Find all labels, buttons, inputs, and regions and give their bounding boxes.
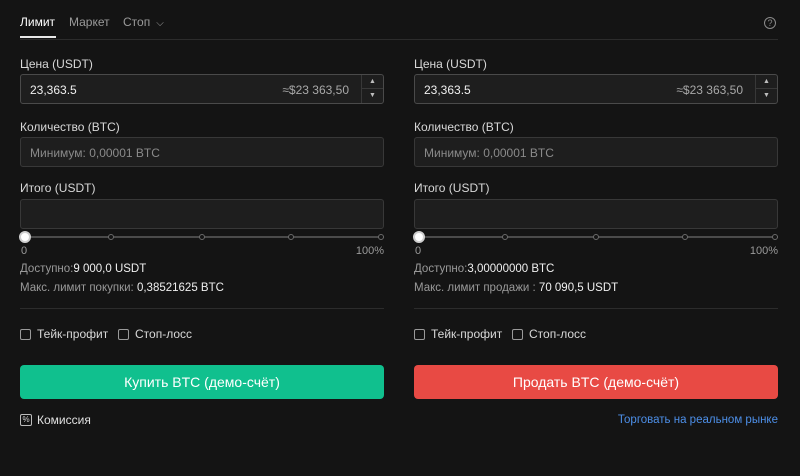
total-label: Итого (USDT)	[414, 181, 490, 195]
stop-loss-label: Стоп-лосс	[135, 327, 193, 341]
increment-icon[interactable]: ▲	[362, 75, 383, 89]
quantity-label: Количество (BTC)	[20, 120, 120, 134]
take-profit-label: Тейк-профит	[431, 327, 503, 341]
slider-max-label: 100%	[749, 245, 778, 257]
available-label: Доступно:	[20, 263, 74, 275]
slider-handle[interactable]	[413, 231, 425, 243]
checkbox-icon[interactable]	[20, 328, 31, 340]
stop-loss-checkbox[interactable]: Стоп-лосс	[118, 327, 192, 341]
sell-panel: Цена (USDT) 23,363.5 ≈$23 363,50 ▲ ▼ Кол…	[413, 0, 778, 476]
available-balance: Доступно:9 000,0 USDT	[20, 263, 146, 275]
real-market-link[interactable]: Торговать на реальном рынке	[618, 414, 778, 426]
price-input[interactable]: 23,363.5 ≈$23 363,50 ▲ ▼	[20, 74, 384, 104]
available-balance: Доступно:3,00000000 BTC	[414, 263, 554, 275]
amount-slider[interactable]	[413, 230, 778, 244]
quantity-placeholder: Минимум: 0,00001 BTC	[424, 146, 554, 160]
total-input[interactable]	[414, 199, 778, 229]
max-label: Макс. лимит продажи :	[414, 282, 536, 294]
decrement-icon[interactable]: ▼	[756, 89, 777, 103]
price-value: 23,363.5	[30, 83, 77, 97]
checkbox-icon[interactable]	[414, 328, 425, 340]
slider-handle[interactable]	[19, 231, 31, 243]
take-profit-checkbox[interactable]: Тейк-профит	[20, 327, 108, 341]
slider-tick[interactable]	[502, 234, 508, 240]
price-stepper: ▲ ▼	[755, 75, 777, 103]
percent-icon: %	[20, 414, 32, 426]
fee-link[interactable]: % Комиссия	[20, 413, 91, 427]
divider	[20, 308, 384, 309]
slider-tick[interactable]	[108, 234, 114, 240]
available-value: 3,00000000 BTC	[467, 263, 555, 275]
take-profit-checkbox[interactable]: Тейк-профит	[414, 327, 502, 341]
slider-max-label: 100%	[355, 245, 384, 257]
quantity-label: Количество (BTC)	[414, 120, 514, 134]
increment-icon[interactable]: ▲	[756, 75, 777, 89]
total-label: Итого (USDT)	[20, 181, 96, 195]
slider-tick[interactable]	[378, 234, 384, 240]
slider-tick[interactable]	[288, 234, 294, 240]
amount-slider[interactable]	[19, 230, 384, 244]
checkbox-icon[interactable]	[512, 328, 523, 340]
divider	[414, 308, 778, 309]
slider-min-label: 0	[21, 245, 28, 257]
price-approx: ≈$23 363,50	[282, 83, 349, 97]
max-label: Макс. лимит покупки:	[20, 282, 134, 294]
price-approx: ≈$23 363,50	[676, 83, 743, 97]
max-limit: Макс. лимит покупки: 0,38521625 BTC	[20, 282, 224, 294]
price-input[interactable]: 23,363.5 ≈$23 363,50 ▲ ▼	[414, 74, 778, 104]
buy-panel: Цена (USDT) 23,363.5 ≈$23 363,50 ▲ ▼ Кол…	[19, 0, 384, 476]
sell-button[interactable]: Продать BTC (демо-счёт)	[414, 365, 778, 399]
slider-tick[interactable]	[682, 234, 688, 240]
available-value: 9 000,0 USDT	[73, 263, 147, 275]
stop-loss-checkbox[interactable]: Стоп-лосс	[512, 327, 586, 341]
quantity-input[interactable]: Минимум: 0,00001 BTC	[20, 137, 384, 167]
available-label: Доступно:	[414, 263, 468, 275]
fee-label: Комиссия	[37, 413, 91, 427]
slider-tick[interactable]	[199, 234, 205, 240]
decrement-icon[interactable]: ▼	[362, 89, 383, 103]
price-label: Цена (USDT)	[414, 57, 487, 71]
take-profit-label: Тейк-профит	[37, 327, 109, 341]
quantity-input[interactable]: Минимум: 0,00001 BTC	[414, 137, 778, 167]
max-limit: Макс. лимит продажи : 70 090,5 USDT	[414, 282, 618, 294]
price-label: Цена (USDT)	[20, 57, 93, 71]
buy-button[interactable]: Купить BTC (демо-счёт)	[20, 365, 384, 399]
price-value: 23,363.5	[424, 83, 471, 97]
total-input[interactable]	[20, 199, 384, 229]
max-value: 0,38521625 BTC	[136, 282, 224, 294]
slider-tick[interactable]	[772, 234, 778, 240]
slider-tick[interactable]	[593, 234, 599, 240]
price-stepper: ▲ ▼	[361, 75, 383, 103]
max-value: 70 090,5 USDT	[538, 282, 619, 294]
slider-min-label: 0	[415, 245, 422, 257]
checkbox-icon[interactable]	[118, 328, 129, 340]
stop-loss-label: Стоп-лосс	[529, 327, 587, 341]
quantity-placeholder: Минимум: 0,00001 BTC	[30, 146, 160, 160]
